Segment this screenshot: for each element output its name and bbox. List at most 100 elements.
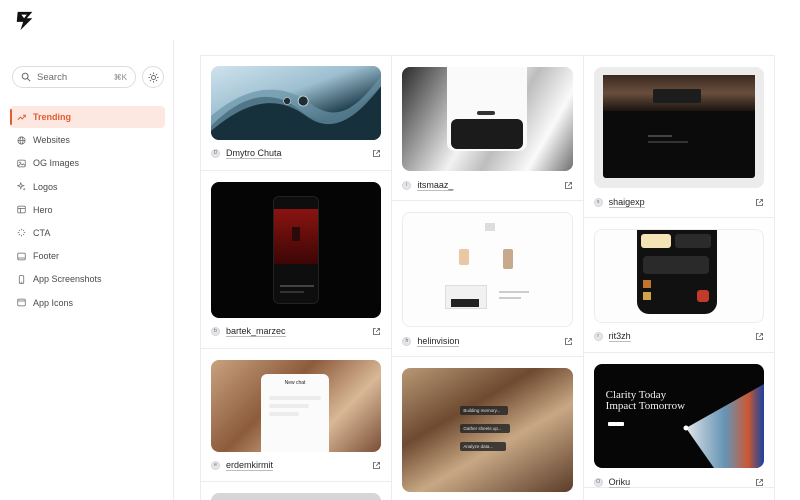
avatar: D xyxy=(211,148,220,158)
desktop-mockup xyxy=(602,75,755,178)
author-link[interactable]: Oriku xyxy=(608,477,631,488)
sidebar-item-label: App Icons xyxy=(33,297,74,308)
sidebar-item-label: Websites xyxy=(33,135,70,146)
sidebar-item-label: Logos xyxy=(33,181,58,192)
card-meta: r rit3zh xyxy=(593,329,764,343)
inspiration-card[interactable]: s shaigexp xyxy=(583,56,774,218)
sidebar-item-label: OG Images xyxy=(33,158,80,169)
sidebar-item-label: CTA xyxy=(33,227,51,238)
external-link-icon[interactable] xyxy=(564,181,573,190)
search-shortcut: ⌘K xyxy=(113,72,127,82)
lightning-logo-icon[interactable] xyxy=(14,10,36,32)
chat-title: New chat xyxy=(284,380,306,386)
external-link-icon[interactable] xyxy=(755,198,764,207)
inspiration-card[interactable]: Building memory... Gather sheets up... A… xyxy=(392,357,582,500)
external-link-icon[interactable] xyxy=(372,149,381,158)
inspiration-card[interactable] xyxy=(201,482,391,500)
author-link[interactable]: Dmytro Chuta xyxy=(226,148,282,159)
phone-mockup xyxy=(273,196,319,304)
card-thumbnail[interactable]: Building memory... Gather sheets up... A… xyxy=(402,368,573,492)
inspiration-card[interactable]: h helinvision xyxy=(392,201,583,357)
grid-column: i itsmaaz_ h helinvision Building memory… xyxy=(392,56,584,500)
author-link[interactable]: bartek_marzec xyxy=(226,326,286,337)
phone-mockup xyxy=(636,230,717,314)
action-pill: Building memory... xyxy=(460,406,509,415)
sidebar-nav: Trending Websites OG Images Logos Hero C… xyxy=(10,106,165,315)
phone-icon xyxy=(18,275,25,284)
grid-column: s shaigexp r rit3zh Clarity Today Impact… xyxy=(583,56,775,500)
card-meta: s shaigexp xyxy=(593,195,764,209)
card-meta: e erdemkirmit xyxy=(211,458,381,472)
cursor-sparkle-icon xyxy=(17,229,26,237)
card-thumbnail[interactable]: New chat xyxy=(211,360,382,452)
inspiration-card[interactable]: b bartek_marzec xyxy=(201,171,392,349)
card-meta: i itsmaaz_ xyxy=(402,178,572,192)
card-thumbnail[interactable] xyxy=(593,67,764,188)
author-link[interactable]: erdemkirmit xyxy=(226,460,274,471)
image-icon xyxy=(17,159,26,168)
external-link-icon[interactable] xyxy=(372,461,381,470)
sidebar-item-label: Footer xyxy=(33,251,60,262)
avatar: b xyxy=(211,326,220,336)
sidebar-item-footer[interactable]: Footer xyxy=(10,245,165,267)
inspiration-grid: D Dmytro Chuta b bartek_marzec New chat … xyxy=(200,55,775,500)
app-mockup xyxy=(447,67,528,151)
inspiration-card[interactable]: New chat e erdemkirmit xyxy=(201,349,392,482)
sun-icon xyxy=(147,71,159,83)
inspiration-card[interactable]: Clarity Today Impact Tomorrow O Oriku xyxy=(583,353,774,489)
search-input[interactable]: Search ⌘K xyxy=(12,66,136,88)
avatar: r xyxy=(593,331,603,341)
sparkles-icon xyxy=(17,182,26,191)
card-thumbnail[interactable] xyxy=(402,67,573,171)
layout-icon xyxy=(17,206,26,214)
app-window-icon xyxy=(17,298,26,307)
author-link[interactable]: shaigexp xyxy=(608,197,645,208)
card-meta: h helinvision xyxy=(402,334,572,348)
card-thumbnail[interactable]: Clarity Today Impact Tomorrow xyxy=(593,364,764,468)
external-link-icon[interactable] xyxy=(755,332,764,341)
sidebar-item-app-icons[interactable]: App Icons xyxy=(10,292,165,314)
wave-artwork xyxy=(211,76,382,140)
sidebar-item-og-images[interactable]: OG Images xyxy=(10,152,165,174)
light-beam-artwork xyxy=(607,384,764,468)
globe-icon xyxy=(17,136,26,145)
author-link[interactable]: helinvision xyxy=(417,336,460,347)
action-pill: Analyze data... xyxy=(460,442,507,451)
chat-window-mockup: New chat xyxy=(261,374,329,452)
external-link-icon[interactable] xyxy=(755,478,764,487)
avatar: e xyxy=(211,460,220,470)
avatar: i xyxy=(402,180,412,190)
card-meta: D Dmytro Chuta xyxy=(211,146,381,160)
sidebar-item-app-screenshots[interactable]: App Screenshots xyxy=(10,268,165,290)
avatar: s xyxy=(593,197,603,207)
sidebar-item-websites[interactable]: Websites xyxy=(10,129,165,151)
grid-column: D Dmytro Chuta b bartek_marzec New chat … xyxy=(201,56,393,500)
card-thumbnail[interactable] xyxy=(402,212,573,327)
sidebar-item-cta[interactable]: CTA xyxy=(10,222,165,244)
search-icon xyxy=(21,72,31,82)
card-meta: O Oriku xyxy=(593,475,764,489)
card-thumbnail[interactable] xyxy=(211,182,382,318)
sidebar-item-trending[interactable]: Trending xyxy=(10,106,165,128)
avatar: h xyxy=(402,336,412,346)
card-thumbnail[interactable] xyxy=(593,229,764,323)
trending-icon xyxy=(17,114,26,120)
sidebar-item-hero[interactable]: Hero xyxy=(10,199,165,221)
theme-toggle-button[interactable] xyxy=(142,66,164,88)
author-link[interactable]: itsmaaz_ xyxy=(417,180,454,191)
search-placeholder: Search xyxy=(37,71,68,83)
sidebar-item-label: App Screenshots xyxy=(33,274,102,285)
sidebar-item-logos[interactable]: Logos xyxy=(10,176,165,198)
author-link[interactable]: rit3zh xyxy=(608,331,631,342)
sidebar-item-label: Hero xyxy=(33,204,53,215)
card-thumbnail[interactable] xyxy=(211,66,382,140)
card-thumbnail[interactable] xyxy=(211,493,382,500)
action-pill: Gather sheets up... xyxy=(460,424,511,433)
inspiration-card[interactable]: r rit3zh xyxy=(583,218,774,353)
external-link-icon[interactable] xyxy=(564,337,573,346)
card-meta: b bartek_marzec xyxy=(211,324,381,338)
inspiration-card[interactable]: D Dmytro Chuta xyxy=(201,56,392,171)
avatar: O xyxy=(593,477,603,487)
inspiration-card[interactable]: i itsmaaz_ xyxy=(392,56,583,201)
external-link-icon[interactable] xyxy=(372,327,381,336)
